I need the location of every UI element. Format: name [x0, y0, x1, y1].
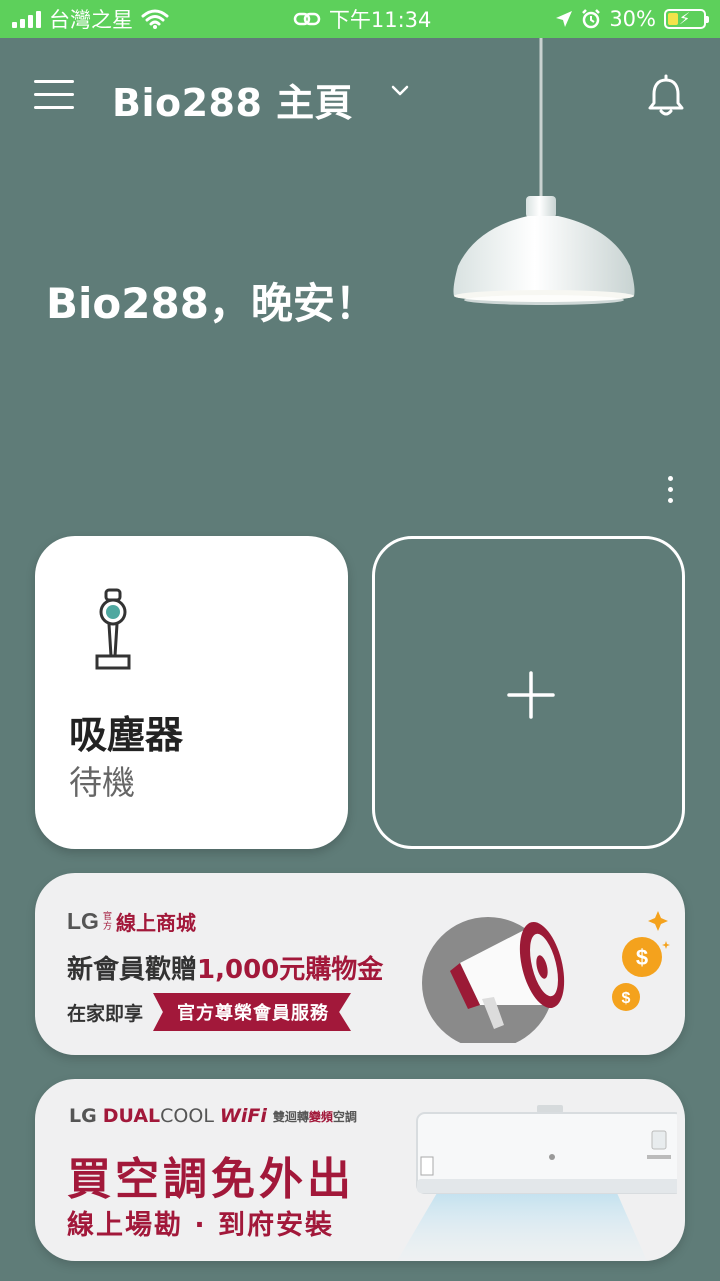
dualcool-logo: LG DUALCOOL WiFi 雙迴轉變頻空調 [69, 1105, 357, 1127]
wifi-text: WiFi [219, 1105, 267, 1127]
pendant-lamp-illustration [453, 38, 635, 305]
shop-headline: 新會員歡贈1,000元購物金 [67, 949, 383, 986]
clock-label: 下午11:34 [328, 8, 432, 32]
shop-subline: 在家即享 官方尊榮會員服務 [67, 993, 352, 1031]
signal-icon [12, 10, 41, 28]
more-options-icon[interactable] [660, 476, 680, 510]
cool-text: COOL [160, 1105, 214, 1127]
dualcool-wordmark: DUALCOOL [103, 1105, 214, 1127]
chevron-down-icon[interactable] [390, 84, 410, 98]
status-right: 30% ⚡ [555, 7, 709, 31]
battery-icon: ⚡ [664, 9, 709, 29]
greeting-text: Bio288，晚安！ [46, 279, 377, 328]
aircon-headline: 買空調免外出 [67, 1154, 355, 1205]
aircon-subline: 線上場勘 · 到府安裝 [67, 1210, 335, 1241]
plus-icon [507, 671, 555, 719]
shop-headline-amount: 1,000元購物金 [197, 955, 384, 985]
air-conditioner-illustration [397, 1105, 677, 1261]
aircon-desc-a: 雙迴轉 [272, 1109, 309, 1124]
lg-logo-text: LG [67, 908, 99, 934]
status-center: 下午11:34 [293, 4, 432, 34]
location-arrow-icon [556, 11, 573, 27]
battery-fill [668, 13, 679, 25]
aircon-lg-text: LG [69, 1105, 97, 1127]
aircon-promo-banner[interactable]: LG DUALCOOL WiFi 雙迴轉變頻空調 買空調免外出 線上場勘 · 到… [35, 1079, 685, 1261]
status-bar: 台灣之星 下午11:34 30% ⚡ [0, 0, 720, 38]
lg-sub-bottom: 方 [102, 921, 112, 932]
charging-bolt-icon: ⚡ [679, 9, 691, 28]
wifi-icon [141, 9, 169, 29]
home-title[interactable]: Bio288 主頁 [112, 72, 353, 127]
battery-percent: 30% [609, 7, 656, 31]
device-name: 吸塵器 [69, 713, 184, 757]
carrier-label: 台灣之星 [49, 8, 133, 32]
hamburger-menu-icon[interactable] [34, 80, 74, 112]
svg-text:$: $ [636, 945, 648, 970]
megaphone-coins-illustration: $ $ [422, 911, 670, 1043]
svg-text:$: $ [622, 990, 631, 1007]
alarm-clock-icon [582, 9, 601, 29]
bell-icon[interactable] [644, 74, 688, 118]
member-service-ribbon: 官方尊榮會員服務 [153, 993, 352, 1031]
shop-name: 線上商城 [115, 911, 196, 935]
aircon-desc-b: 空調 [332, 1109, 357, 1124]
lg-sub-top: 官 [102, 911, 112, 922]
aircon-desc: 雙迴轉變頻空調 [273, 1108, 357, 1125]
device-status: 待機 [69, 763, 135, 802]
shop-headline-pre: 新會員歡贈 [67, 955, 198, 985]
link-icon [293, 12, 321, 26]
shop-promo-banner[interactable]: LG 官 方 線上商城 新會員歡贈1,000元購物金 在家即享 官方尊榮會員服務… [35, 873, 685, 1055]
lg-sub-stack: 官 方 [103, 912, 112, 932]
aircon-desc-hl: 變頻 [308, 1109, 333, 1124]
dual-text: DUAL [102, 1105, 161, 1127]
vacuum-cleaner-icon [95, 588, 131, 670]
shop-sub-pre: 在家即享 [67, 1002, 144, 1025]
status-left: 台灣之星 [12, 4, 169, 34]
lg-shop-logo: LG 官 方 線上商城 [67, 907, 196, 936]
add-device-card[interactable] [372, 536, 685, 849]
device-card-vacuum[interactable]: 吸塵器 待機 [35, 536, 348, 849]
